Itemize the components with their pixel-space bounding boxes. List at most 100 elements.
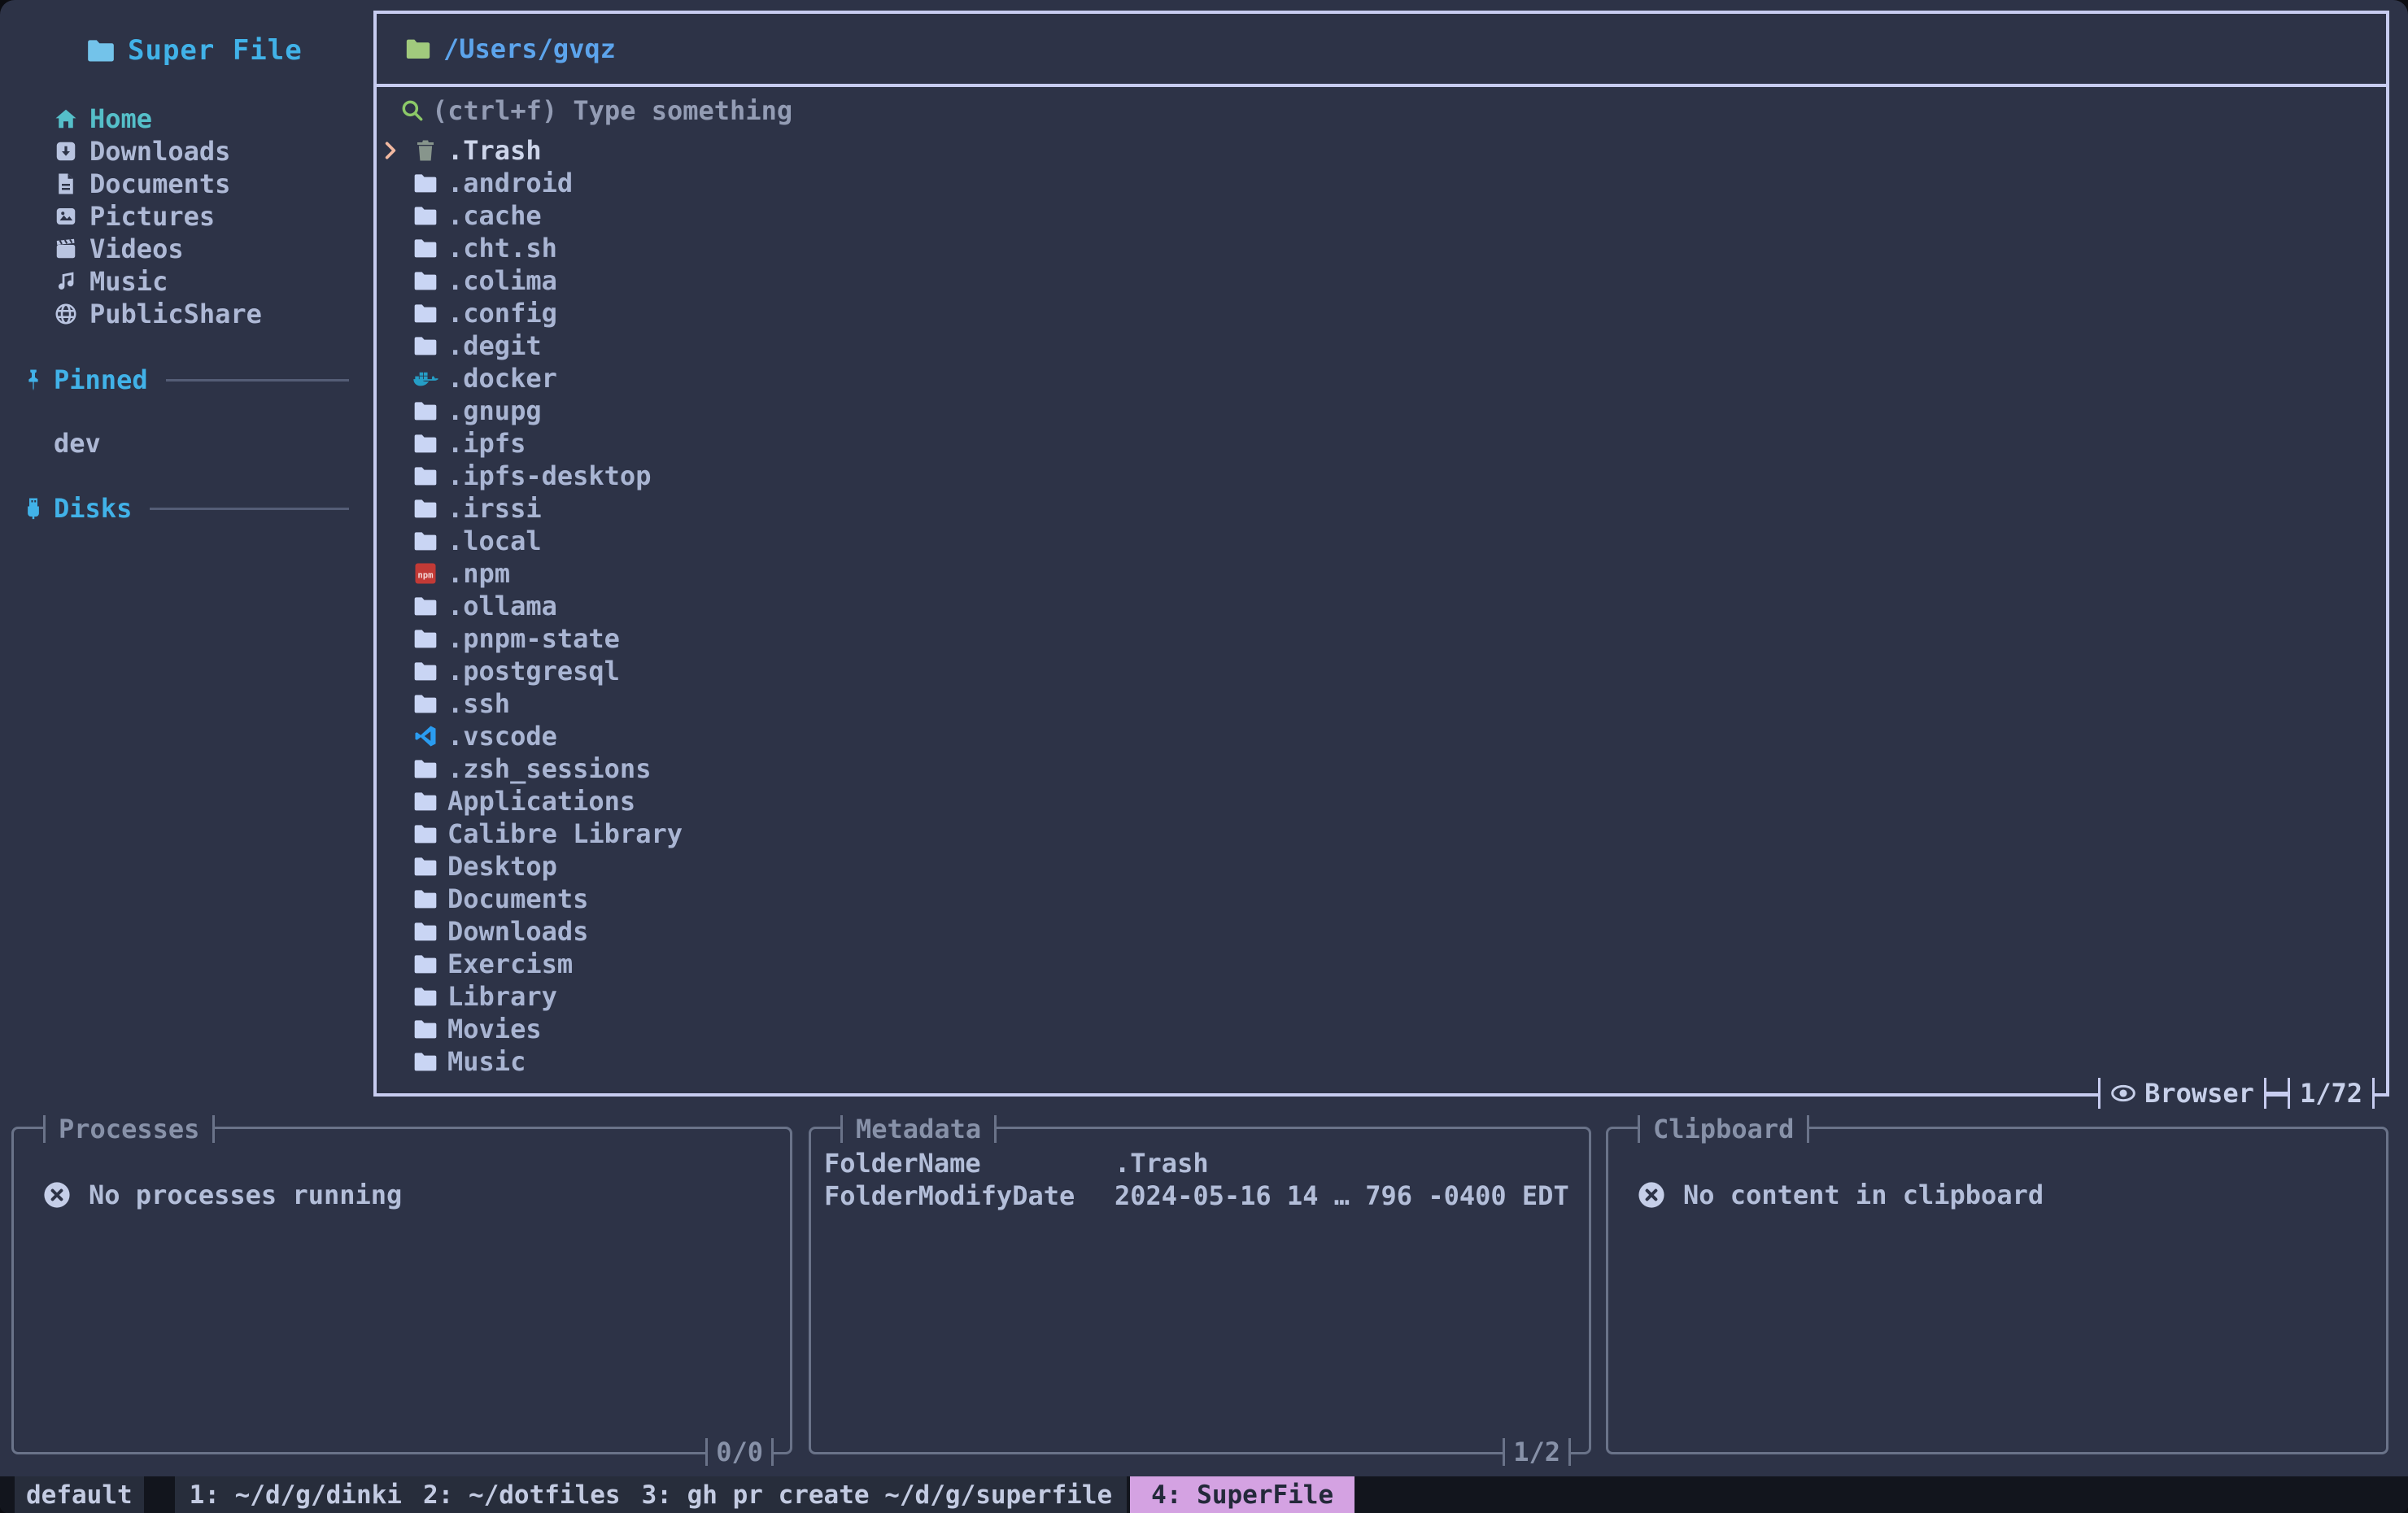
file-name: Downloads [447,916,588,947]
file-row[interactable]: npm Library [377,980,2386,1013]
file-row[interactable]: npm .config [377,297,2386,329]
folder-icon [412,495,438,521]
search-bar[interactable]: (ctrl+f) Type something [377,87,2386,134]
file-row[interactable]: npm .pnpm-state [377,622,2386,655]
tmux-session-name[interactable]: default [15,1476,144,1513]
file-name: .ssh [447,688,510,719]
svg-text:npm: npm [417,570,433,581]
file-name: .degit [447,330,542,361]
file-name: .ollama [447,591,557,621]
metadata-table: FolderName .Trash FolderModifyDate 2024-… [811,1147,1589,1212]
file-name: .gnupg [447,395,542,426]
processes-panel-title: Processes [43,1111,215,1147]
file-name: .npm [447,558,510,589]
file-name: Library [447,981,557,1012]
metadata-value: .Trash [1115,1148,1209,1179]
trash-icon [412,138,438,163]
file-name: .config [447,298,557,329]
usb-icon [21,496,46,521]
folder-icon [412,170,438,196]
file-row[interactable]: npm .gnupg [377,395,2386,427]
app-title-text: Super File [128,34,303,67]
sidebar-item-label: PublicShare [89,299,262,329]
circle-x-icon [43,1181,71,1209]
pinned-item-dev[interactable]: dev [54,427,101,460]
file-row[interactable]: npm .Trash [377,134,2386,167]
tmux-active-window[interactable]: 4: SuperFile [1130,1476,1354,1513]
file-row[interactable]: npm Music [377,1045,2386,1078]
file-row[interactable]: npm Movies [377,1013,2386,1045]
clipboard-empty-state: No content in clipboard [1608,1179,2386,1210]
path-bar[interactable]: /Users/gvqz [377,14,2386,87]
file-row[interactable]: npm .ollama [377,590,2386,622]
sidebar-item-label: Documents [89,168,230,199]
file-row[interactable]: npm .local [377,525,2386,557]
file-row[interactable]: npm .degit [377,329,2386,362]
file-name: .cache [447,200,542,231]
folder-icon [85,35,116,66]
folder-icon [412,463,438,489]
file-name: Calibre Library [447,818,683,849]
file-row[interactable]: npm Applications [377,785,2386,818]
file-row[interactable]: npm Desktop [377,850,2386,883]
file-name: Desktop [447,851,557,882]
pinned-item-label: dev [54,428,101,459]
file-row[interactable]: npm .cht.sh [377,232,2386,264]
counter-text: 0/0 [708,1434,771,1470]
pinned-section-label: Pinned [54,364,148,395]
tmux-window-2[interactable]: 2: ~/dotfiles [423,1480,621,1510]
file-row[interactable]: npm Documents [377,883,2386,915]
metadata-counter: 1/2 [1503,1434,1571,1470]
file-row[interactable]: npm Exercism [377,948,2386,980]
sidebar-item-documents[interactable]: Documents [0,168,373,200]
document-icon [54,172,78,196]
panel-title-text: Processes [46,1111,212,1147]
tmux-window-list: 1: ~/d/g/dinki 2: ~/dotfiles 3: gh pr cr… [175,1476,1128,1513]
file-name: Exercism [447,948,573,979]
file-row[interactable]: npm .ipfs-desktop [377,460,2386,492]
file-row[interactable]: npm .vscode [377,720,2386,752]
folder-icon [412,398,438,424]
tmux-window-1[interactable]: 1: ~/d/g/dinki [190,1480,402,1510]
sidebar-item-publicshare[interactable]: PublicShare [0,298,373,330]
sidebar-item-label: Home [89,103,152,134]
eye-icon [2110,1083,2136,1104]
metadata-key: FolderName [824,1148,1115,1179]
file-row[interactable]: npm .cache [377,199,2386,232]
sidebar-item-label: Downloads [89,136,230,167]
folder-icon [412,528,438,554]
file-row[interactable]: npm .zsh_sessions [377,752,2386,785]
music-note-icon [54,269,78,294]
metadata-key: FolderModifyDate [824,1180,1115,1211]
sidebar-item-label: Videos [89,233,184,264]
sidebar-item-home[interactable]: Home [0,102,373,135]
file-row[interactable]: npm .colima [377,264,2386,297]
sidebar-item-pictures[interactable]: Pictures [0,200,373,233]
folder-icon [412,203,438,229]
file-row[interactable]: npm Downloads [377,915,2386,948]
folder-icon [412,430,438,456]
file-row[interactable]: npm .docker [377,362,2386,395]
file-name: Music [447,1046,526,1077]
folder-icon [412,918,438,944]
file-counter: 1/72 [2290,1075,2372,1111]
sidebar: Super File Home Downloads Documents [0,0,373,1097]
file-row[interactable]: npm .npm [377,557,2386,590]
sidebar-item-videos[interactable]: Videos [0,233,373,265]
folder-icon [412,300,438,326]
tmux-status-bar: default 1: ~/d/g/dinki 2: ~/dotfiles 3: … [0,1476,2408,1513]
panel-title-text: Metadata [843,1111,994,1147]
clipboard-panel: Clipboard No content in clipboard [1606,1127,2388,1454]
sidebar-item-downloads[interactable]: Downloads [0,135,373,168]
file-row[interactable]: npm .ipfs [377,427,2386,460]
terminal-window: Super File Home Downloads Documents [0,0,2408,1513]
file-name: .irssi [447,493,542,524]
file-row[interactable]: npm .ssh [377,687,2386,720]
file-row[interactable]: npm .android [377,167,2386,199]
sidebar-item-music[interactable]: Music [0,265,373,298]
file-row[interactable]: npm .postgresql [377,655,2386,687]
file-row[interactable]: npm Calibre Library [377,818,2386,850]
tmux-window-3[interactable]: 3: gh pr create ~/d/g/superfile [642,1480,1113,1510]
file-name: .pnpm-state [447,623,620,654]
file-row[interactable]: npm .irssi [377,492,2386,525]
